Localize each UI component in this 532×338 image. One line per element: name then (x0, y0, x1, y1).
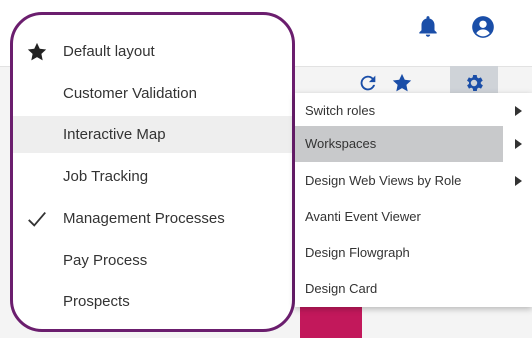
layout-item-label: Prospects (63, 293, 130, 310)
gear-icon[interactable] (462, 72, 486, 94)
menu-item-label: Design Web Views by Role (305, 173, 462, 188)
layout-item-label: Pay Process (63, 252, 148, 269)
refresh-icon[interactable] (356, 72, 380, 94)
menu-item-workspaces[interactable]: Workspaces (295, 126, 503, 162)
layout-item-label: Customer Validation (63, 85, 197, 102)
layout-item-label: Interactive Map (63, 126, 166, 143)
layout-item-job-tracking[interactable]: Job Tracking (13, 158, 292, 195)
layout-item-management-processes[interactable]: Management Processes (13, 200, 292, 237)
chevron-right-icon (515, 139, 522, 149)
menu-item-label: Switch roles (305, 103, 376, 118)
layout-item-customer-validation[interactable]: Customer Validation (13, 75, 292, 112)
star-icon[interactable] (390, 72, 414, 94)
chevron-right-icon (515, 176, 522, 186)
menu-item-switch-roles[interactable]: Switch roles (295, 93, 532, 129)
layout-item-pay-process[interactable]: Pay Process (13, 242, 292, 279)
settings-menu: Switch roles Workspaces Design Web Views… (295, 93, 532, 307)
bell-icon[interactable] (415, 14, 441, 40)
star-icon (27, 42, 47, 60)
chevron-right-icon (515, 106, 522, 116)
menu-item-design-web-views-by-role[interactable]: Design Web Views by Role (295, 163, 532, 199)
layout-item-label: Management Processes (63, 210, 225, 227)
menu-item-label: Design Flowgraph (305, 245, 410, 260)
menu-item-label: Workspaces (305, 136, 377, 151)
account-circle-icon[interactable] (470, 14, 496, 40)
menu-item-design-card[interactable]: Design Card (295, 271, 532, 307)
layout-item-prospects[interactable]: Prospects (13, 283, 292, 320)
layout-item-label: Job Tracking (63, 168, 149, 185)
menu-item-avanti-event-viewer[interactable]: Avanti Event Viewer (295, 199, 532, 235)
menu-item-design-flowgraph[interactable]: Design Flowgraph (295, 235, 532, 271)
check-icon (28, 211, 46, 227)
menu-item-label: Design Card (305, 281, 378, 296)
layout-menu: Default layout Customer Validation Inter… (10, 12, 295, 332)
layout-item-label: Default layout (63, 43, 155, 60)
menu-item-label: Avanti Event Viewer (305, 209, 421, 224)
layout-item-interactive-map[interactable]: Interactive Map (13, 116, 292, 153)
layout-item-default-layout[interactable]: Default layout (13, 33, 292, 70)
